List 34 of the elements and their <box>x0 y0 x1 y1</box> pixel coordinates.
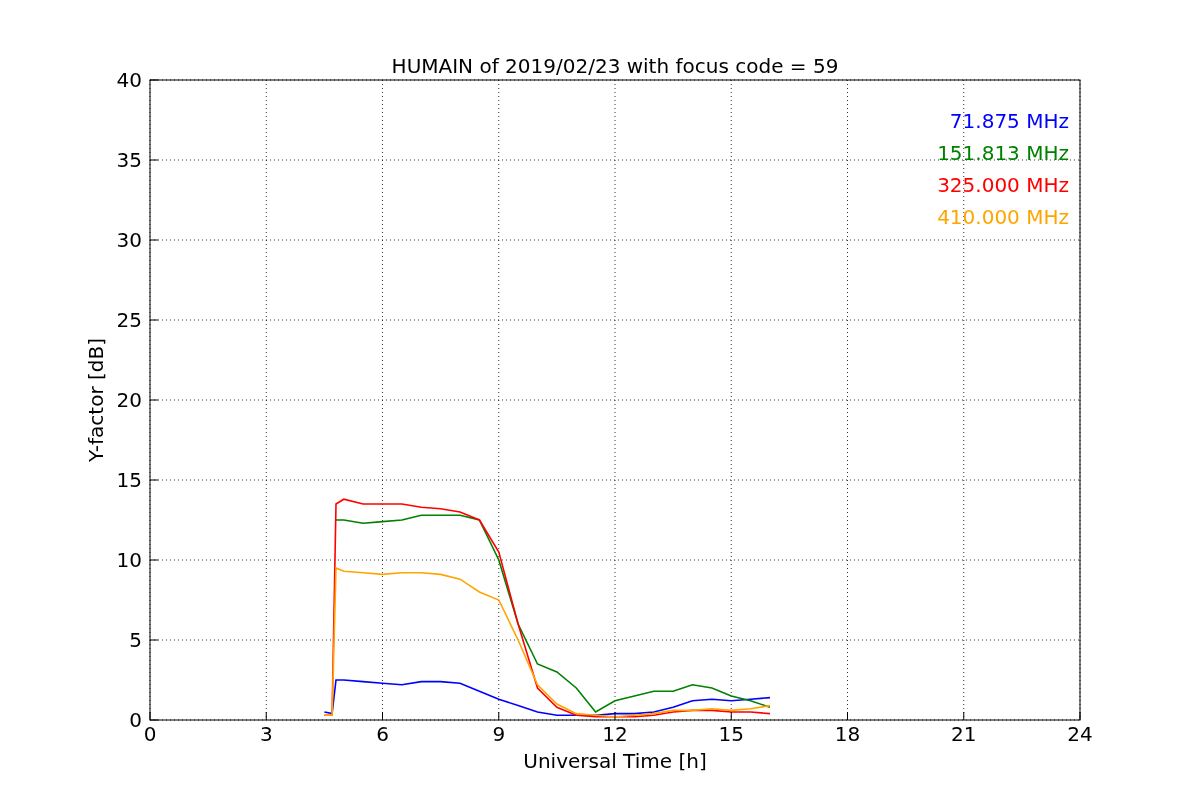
x-tick-label: 0 <box>143 722 157 746</box>
tick-mark <box>382 711 383 721</box>
legend-label: 151.813 MHz <box>937 141 1069 165</box>
chart-title: HUMAIN of 2019/02/23 with focus code = 59 <box>391 54 839 78</box>
y-tick-label: 25 <box>116 308 142 332</box>
x-axis-label: Universal Time [h] <box>523 749 707 773</box>
tick-mark <box>265 711 267 721</box>
y-tick-label: 40 <box>116 68 142 92</box>
x-tick-label: 24 <box>1067 722 1093 746</box>
legend-label: 325.000 MHz <box>937 173 1069 197</box>
y-tick-label: 35 <box>116 148 142 172</box>
y-axis-label: Y-factor [dB] <box>84 338 108 462</box>
legend-label: 410.000 MHz <box>937 205 1069 229</box>
tick-mark <box>498 711 500 721</box>
tick-mark <box>847 711 848 721</box>
tick-mark <box>730 711 732 721</box>
tick-mark <box>963 711 965 721</box>
x-tick-label: 6 <box>376 722 389 746</box>
tick-mark <box>1079 711 1081 721</box>
y-tick-label: 20 <box>116 388 142 412</box>
y-tick-label: 30 <box>116 228 142 252</box>
y-tick-label: 15 <box>116 468 142 492</box>
x-tick-label: 21 <box>951 722 977 746</box>
y-tick-label: 10 <box>116 548 142 572</box>
x-tick-label: 3 <box>259 722 273 746</box>
tick-mark <box>149 79 159 81</box>
x-tick-label: 12 <box>602 722 628 746</box>
tick-mark <box>614 711 616 721</box>
y-tick-label: 5 <box>129 628 142 652</box>
y-tick-label: 0 <box>129 708 142 732</box>
x-tick-label: 15 <box>718 722 744 746</box>
x-tick-label: 9 <box>492 722 506 746</box>
x-tick-label: 18 <box>834 722 861 746</box>
legend-label: 71.875 MHz <box>949 109 1069 133</box>
